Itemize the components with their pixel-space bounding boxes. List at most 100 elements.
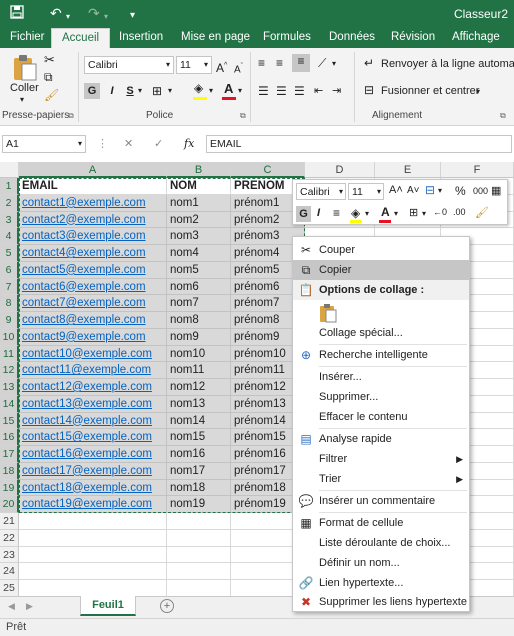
row-header[interactable]: 15 [0, 412, 19, 430]
table-cell[interactable]: nom19 [167, 496, 231, 513]
cut-icon[interactable]: ✂ [44, 52, 55, 68]
table-cell[interactable]: nom7 [167, 295, 231, 312]
mini-font-box[interactable]: Calibri ▾ [296, 183, 346, 200]
table-cell[interactable]: nom11 [167, 362, 231, 379]
mini-bold-button[interactable]: G [296, 206, 311, 222]
enter-icon[interactable]: ✓ [154, 137, 163, 150]
column-header-a[interactable]: A [19, 162, 167, 178]
font-size-box[interactable]: 11 ▾ [176, 56, 212, 74]
row-header[interactable]: 1 [0, 178, 19, 195]
row-header[interactable]: 9 [0, 312, 19, 329]
tab-insertion[interactable]: Insertion [119, 28, 163, 48]
table-cell[interactable]: nom16 [167, 446, 231, 463]
align-middle-icon[interactable]: ≡ [276, 56, 283, 70]
table-cell[interactable]: nom2 [167, 211, 231, 229]
email-cell[interactable]: contact9@exemple.com [19, 328, 167, 346]
redo-dropdown-icon[interactable]: ▾ [104, 9, 108, 25]
alignment-launcher-icon[interactable]: ⧉ [500, 111, 506, 121]
table-cell[interactable] [167, 513, 231, 530]
email-cell[interactable]: contact4@exemple.com [19, 245, 167, 262]
table-cell[interactable]: nom1 [167, 194, 231, 212]
email-cell[interactable]: contact17@exemple.com [19, 462, 167, 480]
paste-option-icon[interactable] [319, 303, 337, 323]
menu-remove-hyperlinks[interactable]: ✖ Supprimer les liens hypertexte [293, 592, 469, 612]
menu-quick-analysis[interactable]: ▤ Analyse rapide [293, 429, 469, 449]
row-header[interactable]: 24 [0, 563, 19, 580]
add-sheet-button[interactable]: + [160, 599, 174, 613]
tab-fichier[interactable]: Fichier [10, 28, 45, 48]
paste-dropdown-icon[interactable]: ▾ [20, 95, 24, 104]
row-header[interactable]: 7 [0, 278, 19, 296]
customize-toolbar-icon[interactable]: ▾ [130, 8, 135, 24]
email-cell[interactable]: contact2@exemple.com [19, 211, 167, 229]
menu-clear[interactable]: Effacer le contenu [293, 407, 469, 427]
borders-dropdown-icon[interactable]: ▾ [168, 86, 172, 95]
align-center-icon[interactable]: ☰ [276, 84, 287, 98]
tab-revision[interactable]: Révision [391, 28, 435, 48]
borders-icon[interactable]: ⊞ [152, 84, 162, 98]
email-cell[interactable]: contact5@exemple.com [19, 261, 167, 279]
email-cell[interactable]: contact15@exemple.com [19, 429, 167, 446]
mini-fill-dropdown-icon[interactable]: ▾ [365, 209, 369, 218]
table-cell[interactable]: nom18 [167, 479, 231, 497]
table-cell[interactable] [167, 563, 231, 580]
mini-size-box[interactable]: 11 ▾ [348, 183, 384, 200]
row-header[interactable]: 14 [0, 395, 19, 413]
email-cell[interactable]: contact7@exemple.com [19, 295, 167, 312]
scroll-left-icon[interactable]: ◀ [8, 601, 15, 612]
underline-button[interactable]: S [124, 83, 136, 99]
menu-delete[interactable]: Supprimer... [293, 387, 469, 407]
tab-mise-en-page[interactable]: Mise en page [181, 28, 250, 48]
undo-dropdown-icon[interactable]: ▾ [66, 9, 70, 25]
row-header[interactable]: 18 [0, 462, 19, 480]
increase-indent-icon[interactable]: ⇥ [332, 84, 341, 97]
email-cell[interactable]: contact16@exemple.com [19, 446, 167, 463]
email-cell[interactable]: contact14@exemple.com [19, 412, 167, 430]
thousands-icon[interactable]: 000 [473, 186, 488, 196]
row-header[interactable]: 21 [0, 513, 19, 530]
fill-color-icon[interactable]: ◈ [194, 81, 203, 95]
increase-decimal-icon[interactable]: ←0 [433, 207, 447, 217]
row-header[interactable]: 10 [0, 328, 19, 346]
formula-input[interactable]: EMAIL [206, 135, 512, 153]
font-name-box[interactable]: Calibri ▾ [84, 56, 174, 74]
number-format-dropdown-icon[interactable]: ▾ [438, 186, 442, 195]
number-format-icon[interactable]: ⊟ [425, 183, 435, 197]
email-cell[interactable]: contact8@exemple.com [19, 312, 167, 329]
menu-hyperlink[interactable]: 🔗 Lien hypertexte... [293, 573, 469, 593]
merge-dropdown-icon[interactable]: ▾ [476, 87, 480, 96]
table-cell[interactable]: nom6 [167, 278, 231, 296]
mini-font-color-icon[interactable]: A [381, 205, 390, 219]
scroll-right-icon[interactable]: ▶ [26, 601, 33, 612]
row-header[interactable]: 3 [0, 211, 19, 229]
header-cell[interactable]: EMAIL [19, 178, 167, 195]
row-header[interactable]: 12 [0, 362, 19, 379]
orientation-icon[interactable]: ⟋ [318, 56, 326, 71]
header-cell[interactable]: NOM [167, 178, 231, 195]
insert-function-icon[interactable]: fx [184, 137, 194, 150]
row-header[interactable]: 22 [0, 529, 19, 547]
tab-affichage[interactable]: Affichage [452, 28, 500, 48]
align-right-icon[interactable]: ☰ [294, 84, 305, 98]
email-cell[interactable]: contact12@exemple.com [19, 379, 167, 396]
row-header[interactable]: 16 [0, 429, 19, 446]
mini-center-icon[interactable]: ≡ [333, 206, 340, 220]
table-cell[interactable]: nom4 [167, 245, 231, 262]
fill-dropdown-icon[interactable]: ▾ [209, 86, 213, 95]
table-cell[interactable]: nom10 [167, 345, 231, 363]
save-icon[interactable] [10, 5, 24, 22]
percent-icon[interactable]: % [455, 184, 466, 198]
paste-icon[interactable] [12, 54, 38, 82]
menu-paste-special[interactable]: Collage spécial... [293, 323, 469, 343]
mini-italic-button[interactable]: I [317, 207, 320, 219]
table-cell[interactable] [19, 546, 167, 564]
align-left-icon[interactable]: ☰ [258, 84, 269, 98]
table-cell[interactable] [19, 513, 167, 530]
table-cell[interactable] [19, 580, 167, 597]
format-painter-icon[interactable]: 🖌 [44, 88, 59, 102]
column-header-c[interactable]: C [231, 162, 305, 178]
email-cell[interactable]: contact6@exemple.com [19, 278, 167, 296]
table-cell[interactable]: nom14 [167, 412, 231, 430]
row-header[interactable]: 20 [0, 496, 19, 513]
table-cell[interactable]: nom9 [167, 328, 231, 346]
